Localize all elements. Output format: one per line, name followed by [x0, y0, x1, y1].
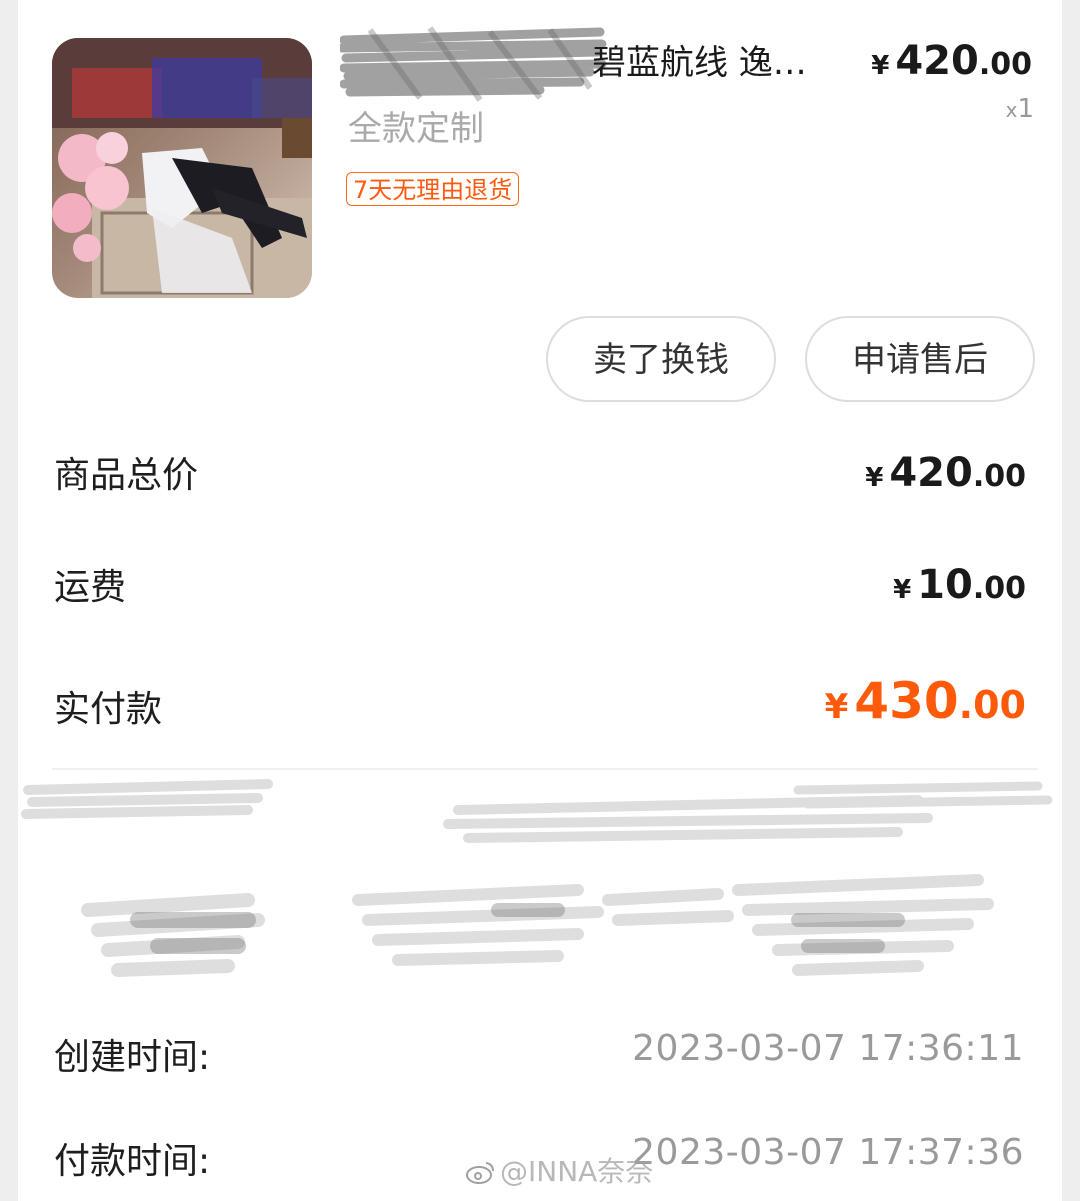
price-integer: 430: [854, 672, 959, 730]
return-policy-tag: 7天无理由退货: [346, 172, 520, 206]
quantity-value: 1: [1017, 94, 1034, 124]
redacted-order-info: [18, 770, 1062, 1010]
currency-symbol: ¥: [871, 51, 890, 81]
sell-for-cash-button[interactable]: 卖了换钱: [546, 316, 776, 402]
currency-symbol: ¥: [865, 463, 884, 493]
paid-amount-value: ¥430.00: [825, 672, 1026, 730]
product-thumbnail[interactable]: [52, 38, 312, 298]
paid-time-value: 2023-03-07 17:37:36: [632, 1132, 1024, 1173]
shipping-value: ¥10.00: [893, 562, 1026, 608]
currency-symbol: ¥: [824, 687, 849, 727]
product-title[interactable]: 碧蓝航线 逸…: [592, 38, 807, 88]
price-integer: 420: [895, 38, 979, 84]
order-detail-card: 碧蓝航线 逸… ¥420.00 x1 全款定制 7天无理由退货 卖了换钱 申请售…: [18, 0, 1062, 1201]
price-integer: 10: [917, 562, 973, 608]
title-redaction: [340, 18, 610, 108]
goods-total-value: ¥420.00: [865, 450, 1026, 496]
request-aftersale-button[interactable]: 申请售后: [805, 316, 1035, 402]
created-time-value: 2023-03-07 17:36:11: [632, 1028, 1024, 1069]
weibo-watermark: @INNA奈奈: [466, 1150, 653, 1190]
price-decimal: .00: [958, 683, 1026, 727]
product-quantity: x1: [1006, 94, 1034, 124]
price-decimal: .00: [978, 47, 1032, 82]
goods-total-label: 商品总价: [54, 455, 199, 496]
price-integer: 420: [889, 450, 973, 496]
paid-amount-label: 实付款: [54, 689, 163, 730]
cosplay-photo-icon: [52, 38, 312, 298]
currency-symbol: ¥: [893, 575, 912, 605]
paid-time-label: 付款时间:: [54, 1141, 211, 1182]
price-decimal: .00: [972, 459, 1026, 494]
product-spec: 全款定制: [348, 109, 484, 149]
product-unit-price: ¥420.00: [871, 36, 1032, 94]
created-time-label: 创建时间:: [54, 1037, 211, 1078]
weibo-logo-icon: [466, 1159, 496, 1185]
quantity-prefix: x: [1005, 98, 1018, 122]
shipping-label: 运费: [54, 567, 127, 608]
watermark-text: @INNA奈奈: [500, 1155, 654, 1188]
price-decimal: .00: [972, 571, 1026, 606]
